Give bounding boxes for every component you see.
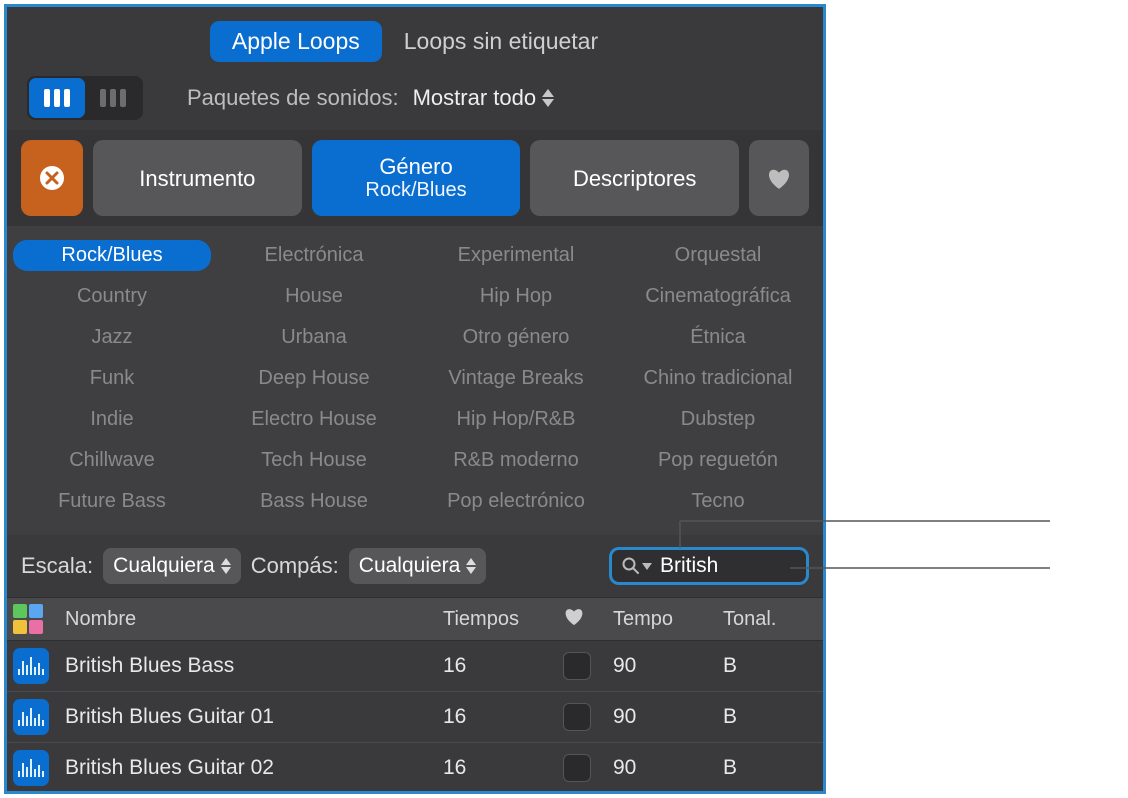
filter-descriptors-button[interactable]: Descriptores — [530, 140, 739, 216]
heart-icon — [766, 166, 792, 190]
table-row[interactable]: British Blues Guitar 02 16 90 B — [7, 743, 823, 794]
genre-chip[interactable]: Bass House — [215, 486, 413, 517]
genre-chip[interactable]: Otro género — [417, 322, 615, 353]
close-circle-icon — [39, 165, 65, 191]
filter-genre-label: Género — [379, 154, 452, 179]
cell-key: B — [723, 756, 813, 780]
cell-name: British Blues Bass — [65, 654, 443, 678]
favorite-checkbox[interactable] — [563, 703, 591, 731]
genre-chip[interactable]: Chino tradicional — [619, 363, 817, 394]
col-fav[interactable] — [563, 606, 613, 632]
loop-type-icon — [13, 604, 43, 634]
cell-beats: 16 — [443, 756, 563, 780]
genre-chip[interactable]: House — [215, 281, 413, 312]
table-row[interactable]: British Blues Guitar 01 16 90 B — [7, 692, 823, 743]
genre-chip[interactable]: Jazz — [13, 322, 211, 353]
search-input[interactable] — [660, 554, 826, 578]
audio-loop-icon — [13, 648, 49, 684]
scale-label: Escala: — [21, 553, 93, 579]
genre-chip[interactable]: Orquestal — [619, 240, 817, 271]
clear-filters-button[interactable] — [21, 140, 83, 216]
filter-instrument-button[interactable]: Instrumento — [93, 140, 302, 216]
heart-icon — [563, 606, 585, 626]
cell-name: British Blues Guitar 02 — [65, 756, 443, 780]
col-key[interactable]: Tonal. — [723, 608, 813, 631]
genre-grid: Rock/Blues Electrónica Experimental Orqu… — [7, 226, 823, 535]
favorite-checkbox[interactable] — [563, 754, 591, 782]
filter-pill-row: Instrumento Género Rock/Blues Descriptor… — [7, 130, 823, 226]
table-row[interactable]: British Blues Bass 16 90 B — [7, 641, 823, 692]
genre-chip[interactable]: Future Bass — [13, 486, 211, 517]
view-mode-toggle — [27, 76, 143, 120]
genre-chip[interactable]: Rock/Blues — [13, 240, 211, 271]
filter-genre-button[interactable]: Género Rock/Blues — [312, 140, 521, 216]
signature-label: Compás: — [251, 553, 339, 579]
sound-packs-value: Mostrar todo — [413, 85, 537, 111]
genre-chip[interactable]: Funk — [13, 363, 211, 394]
cell-tempo: 90 — [613, 705, 723, 729]
view-list-button[interactable] — [85, 78, 141, 118]
loop-type-header[interactable] — [13, 604, 65, 634]
results-body: British Blues Bass 16 90 B British Blues… — [7, 641, 823, 794]
columns-icon — [44, 89, 70, 107]
genre-chip[interactable]: Étnica — [619, 322, 817, 353]
cell-beats: 16 — [443, 654, 563, 678]
chevron-down-icon — [642, 563, 652, 570]
cell-beats: 16 — [443, 705, 563, 729]
genre-chip[interactable]: Pop electrónico — [417, 486, 615, 517]
cell-tempo: 90 — [613, 654, 723, 678]
favorite-checkbox[interactable] — [563, 652, 591, 680]
genre-chip[interactable]: Tech House — [215, 445, 413, 476]
genre-chip[interactable]: Experimental — [417, 240, 615, 271]
col-tempo[interactable]: Tempo — [613, 608, 723, 631]
scale-select[interactable]: Cualquiera — [103, 548, 241, 584]
loop-browser-panel: Apple Loops Loops sin etiquetar Paquetes… — [4, 4, 826, 794]
genre-chip[interactable]: Indie — [13, 404, 211, 435]
columns-icon — [100, 89, 126, 107]
genre-chip[interactable]: Dubstep — [619, 404, 817, 435]
filter-descriptors-label: Descriptores — [573, 166, 696, 191]
col-beats[interactable]: Tiempos — [443, 608, 563, 631]
genre-chip[interactable]: R&B moderno — [417, 445, 615, 476]
genre-chip[interactable]: Electro House — [215, 404, 413, 435]
cell-key: B — [723, 654, 813, 678]
audio-loop-icon — [13, 699, 49, 735]
packs-row: Paquetes de sonidos: Mostrar todo — [7, 72, 823, 130]
col-name[interactable]: Nombre — [65, 608, 443, 631]
controls-row: Escala: Cualquiera Compás: Cualquiera — [7, 535, 823, 597]
updown-icon — [466, 558, 476, 574]
scale-value: Cualquiera — [113, 554, 215, 578]
genre-chip[interactable]: Pop reguetón — [619, 445, 817, 476]
sound-packs-label: Paquetes de sonidos: — [187, 85, 399, 111]
genre-chip[interactable]: Electrónica — [215, 240, 413, 271]
genre-chip[interactable]: Hip Hop — [417, 281, 615, 312]
filter-genre-value: Rock/Blues — [365, 179, 466, 202]
sound-packs-select[interactable]: Mostrar todo — [413, 85, 555, 111]
cell-tempo: 90 — [613, 756, 723, 780]
search-icon — [622, 557, 652, 575]
signature-value: Cualquiera — [359, 554, 461, 578]
tab-apple-loops[interactable]: Apple Loops — [210, 21, 382, 62]
audio-loop-icon — [13, 750, 49, 786]
genre-chip[interactable]: Country — [13, 281, 211, 312]
genre-chip[interactable]: Chillwave — [13, 445, 211, 476]
genre-chip[interactable]: Urbana — [215, 322, 413, 353]
genre-chip[interactable]: Deep House — [215, 363, 413, 394]
filter-favorites-button[interactable] — [749, 140, 809, 216]
genre-chip[interactable]: Vintage Breaks — [417, 363, 615, 394]
results-header: Nombre Tiempos Tempo Tonal. — [7, 597, 823, 641]
signature-select[interactable]: Cualquiera — [349, 548, 487, 584]
cell-key: B — [723, 705, 813, 729]
view-columns-button[interactable] — [29, 78, 85, 118]
updown-icon — [542, 89, 554, 107]
tab-untagged-loops[interactable]: Loops sin etiquetar — [382, 21, 620, 62]
genre-chip[interactable]: Hip Hop/R&B — [417, 404, 615, 435]
updown-icon — [221, 558, 231, 574]
genre-chip[interactable]: Cinematográfica — [619, 281, 817, 312]
search-field[interactable] — [609, 547, 809, 585]
filter-instrument-label: Instrumento — [139, 166, 255, 191]
loop-type-tabs: Apple Loops Loops sin etiquetar — [7, 7, 823, 72]
genre-chip[interactable]: Tecno — [619, 486, 817, 517]
cell-name: British Blues Guitar 01 — [65, 705, 443, 729]
